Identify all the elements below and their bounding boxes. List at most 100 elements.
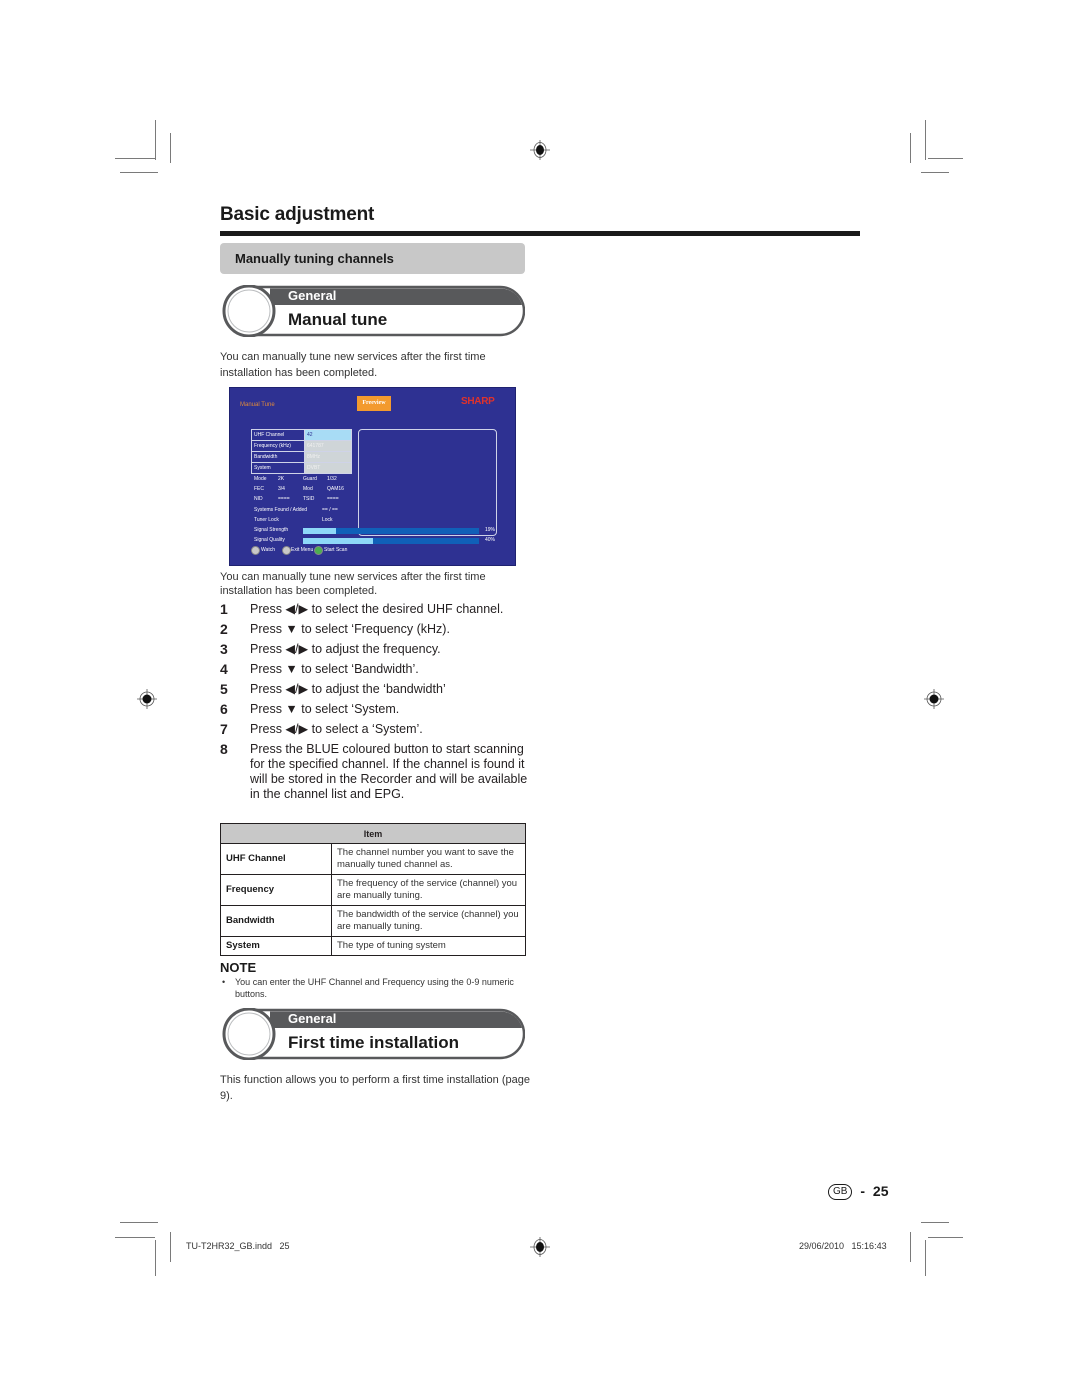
section-category: General xyxy=(288,1011,337,1026)
step-item: 6 Press ▼ to select ‘System. xyxy=(220,702,530,717)
field-frequency[interactable]: Frequency (kHz) 641787 xyxy=(252,441,351,452)
field-system[interactable]: System DVBT xyxy=(252,463,351,473)
info-mod-label: Mod xyxy=(303,486,313,492)
info-nid-value: ==== xyxy=(278,496,290,502)
step-item: 2 Press ▼ to select ‘Frequency (kHz). xyxy=(220,622,530,637)
exit-menu-button-label: Exit Menu xyxy=(291,547,314,553)
start-scan-button-label: Start Scan xyxy=(324,547,348,553)
steps-list: 1 Press ◀/▶ to select the desired UHF cha… xyxy=(220,602,530,807)
item-name: UHF Channel xyxy=(220,843,332,875)
info-systems-value: == / == xyxy=(322,507,338,513)
bullet-icon: • xyxy=(222,977,226,987)
field-uhf-channel[interactable]: UHF Channel 42 xyxy=(252,430,351,441)
section-title: Manual tune xyxy=(288,310,388,329)
step-text: Press ▼ to select ‘Bandwidth’. xyxy=(250,662,419,676)
step-item: 4 Press ▼ to select ‘Bandwidth’. xyxy=(220,662,530,677)
info-guard-value: 1/32 xyxy=(327,476,337,482)
step-number: 6 xyxy=(220,701,228,717)
step-text: Press ◀/▶ to adjust the frequency. xyxy=(250,642,441,656)
field-value: 42 xyxy=(305,430,351,440)
footer-filename: TU-T2HR32_GB.indd 25 xyxy=(186,1241,290,1251)
info-systems-label: Systems Found / Added xyxy=(254,507,308,513)
info-tsid-value: ==== xyxy=(327,496,339,502)
item-name: Bandwidth xyxy=(220,905,332,937)
step-text: Press the BLUE coloured button to start … xyxy=(250,742,528,801)
item-name: System xyxy=(220,936,332,956)
signal-strength-value: 19% xyxy=(485,527,496,533)
note-item: • You can enter the UHF Channel and Freq… xyxy=(222,976,522,1000)
info-tsid-label: TSID xyxy=(303,496,315,502)
item-description: The bandwidth of the service (channel) y… xyxy=(331,905,526,937)
step-text: Press ▼ to select ‘System. xyxy=(250,702,400,716)
field-label: UHF Channel xyxy=(252,430,305,440)
step-number: 5 xyxy=(220,681,228,697)
table-row: Frequency The frequency of the service (… xyxy=(220,874,526,906)
step-text: Press ◀/▶ to select a ‘System’. xyxy=(250,722,423,736)
signal-strength-fill xyxy=(303,528,337,534)
registration-mark-icon xyxy=(530,1237,550,1257)
title-rule xyxy=(220,231,860,236)
step-item: 1 Press ◀/▶ to select the desired UHF cha… xyxy=(220,602,530,617)
info-mode-value: 2K xyxy=(278,476,285,482)
page-number-separator: - xyxy=(860,1183,866,1199)
step-text: Press ◀/▶ to adjust the ‘bandwidth’ xyxy=(250,682,446,696)
table-row: Bandwidth The bandwidth of the service (… xyxy=(220,905,526,937)
registration-mark-icon xyxy=(530,140,550,160)
crop-mark xyxy=(928,158,963,159)
page-title: Basic adjustment xyxy=(220,204,375,225)
step-number: 1 xyxy=(220,601,228,617)
step-number: 8 xyxy=(220,741,228,757)
crop-mark xyxy=(170,133,171,163)
registration-mark-icon xyxy=(924,689,944,709)
info-guard-label: Guard xyxy=(303,476,317,482)
step-number: 3 xyxy=(220,641,228,657)
signal-strength-label: Signal Strength xyxy=(254,527,289,533)
info-tuner-lock-label: Tuner Lock xyxy=(254,517,279,523)
field-value: 8MHz xyxy=(305,452,351,462)
crop-mark xyxy=(921,172,949,173)
watch-button-label: Watch xyxy=(261,547,275,553)
info-fec-label: FEC xyxy=(254,486,264,492)
exit-menu-button-icon[interactable] xyxy=(282,546,291,555)
tv-screen-title: Manual Tune xyxy=(240,402,275,408)
crop-mark xyxy=(910,1232,911,1262)
signal-quality-label: Signal Quality xyxy=(254,537,285,543)
section-category: General xyxy=(288,288,337,303)
step-item: 3 Press ◀/▶ to adjust the frequency. xyxy=(220,642,530,657)
signal-quality-bar xyxy=(303,538,479,544)
tune-fields: UHF Channel 42 Frequency (kHz) 641787 Ba… xyxy=(251,429,352,474)
page-number: GB - 25 xyxy=(828,1183,888,1201)
field-value: DVBT xyxy=(305,463,351,473)
crop-mark xyxy=(170,1232,171,1262)
note-text: You can enter the UHF Channel and Freque… xyxy=(235,977,514,999)
section-header-manual-tune: General Manual tune xyxy=(220,285,525,337)
field-label: Frequency (kHz) xyxy=(252,441,305,451)
table-header-row: Item xyxy=(220,823,526,844)
info-mod-value: QAM16 xyxy=(327,486,344,492)
screen-caption: You can manually tune new services after… xyxy=(220,571,486,597)
crop-mark xyxy=(910,133,911,163)
section-header-first-time-installation: General First time installation xyxy=(220,1008,525,1060)
crop-mark xyxy=(120,1222,158,1223)
crop-mark xyxy=(921,1222,949,1223)
items-table: Item UHF Channel The channel number you … xyxy=(220,823,526,956)
crop-mark xyxy=(120,172,158,173)
item-name: Frequency xyxy=(220,874,332,906)
table-header: Item xyxy=(220,823,526,844)
info-tuner-lock-value: Lock xyxy=(322,517,333,523)
step-number: 7 xyxy=(220,721,228,737)
info-mode-label: Mode xyxy=(254,476,267,482)
subheading-bar: Manually tuning channels xyxy=(220,243,525,274)
item-description: The type of tuning system xyxy=(331,936,526,956)
start-scan-button-icon[interactable] xyxy=(314,546,323,555)
field-bandwidth[interactable]: Bandwidth 8MHz xyxy=(252,452,351,463)
section-title: First time installation xyxy=(288,1033,459,1052)
crop-mark xyxy=(928,1237,963,1238)
item-description: The frequency of the service (channel) y… xyxy=(331,874,526,906)
crop-mark xyxy=(925,120,926,160)
table-row: System The type of tuning system xyxy=(220,936,526,956)
signal-strength-bar xyxy=(303,528,479,534)
watch-button-icon[interactable] xyxy=(251,546,260,555)
sharp-logo: SHARP xyxy=(461,396,495,407)
field-label: System xyxy=(252,463,305,473)
